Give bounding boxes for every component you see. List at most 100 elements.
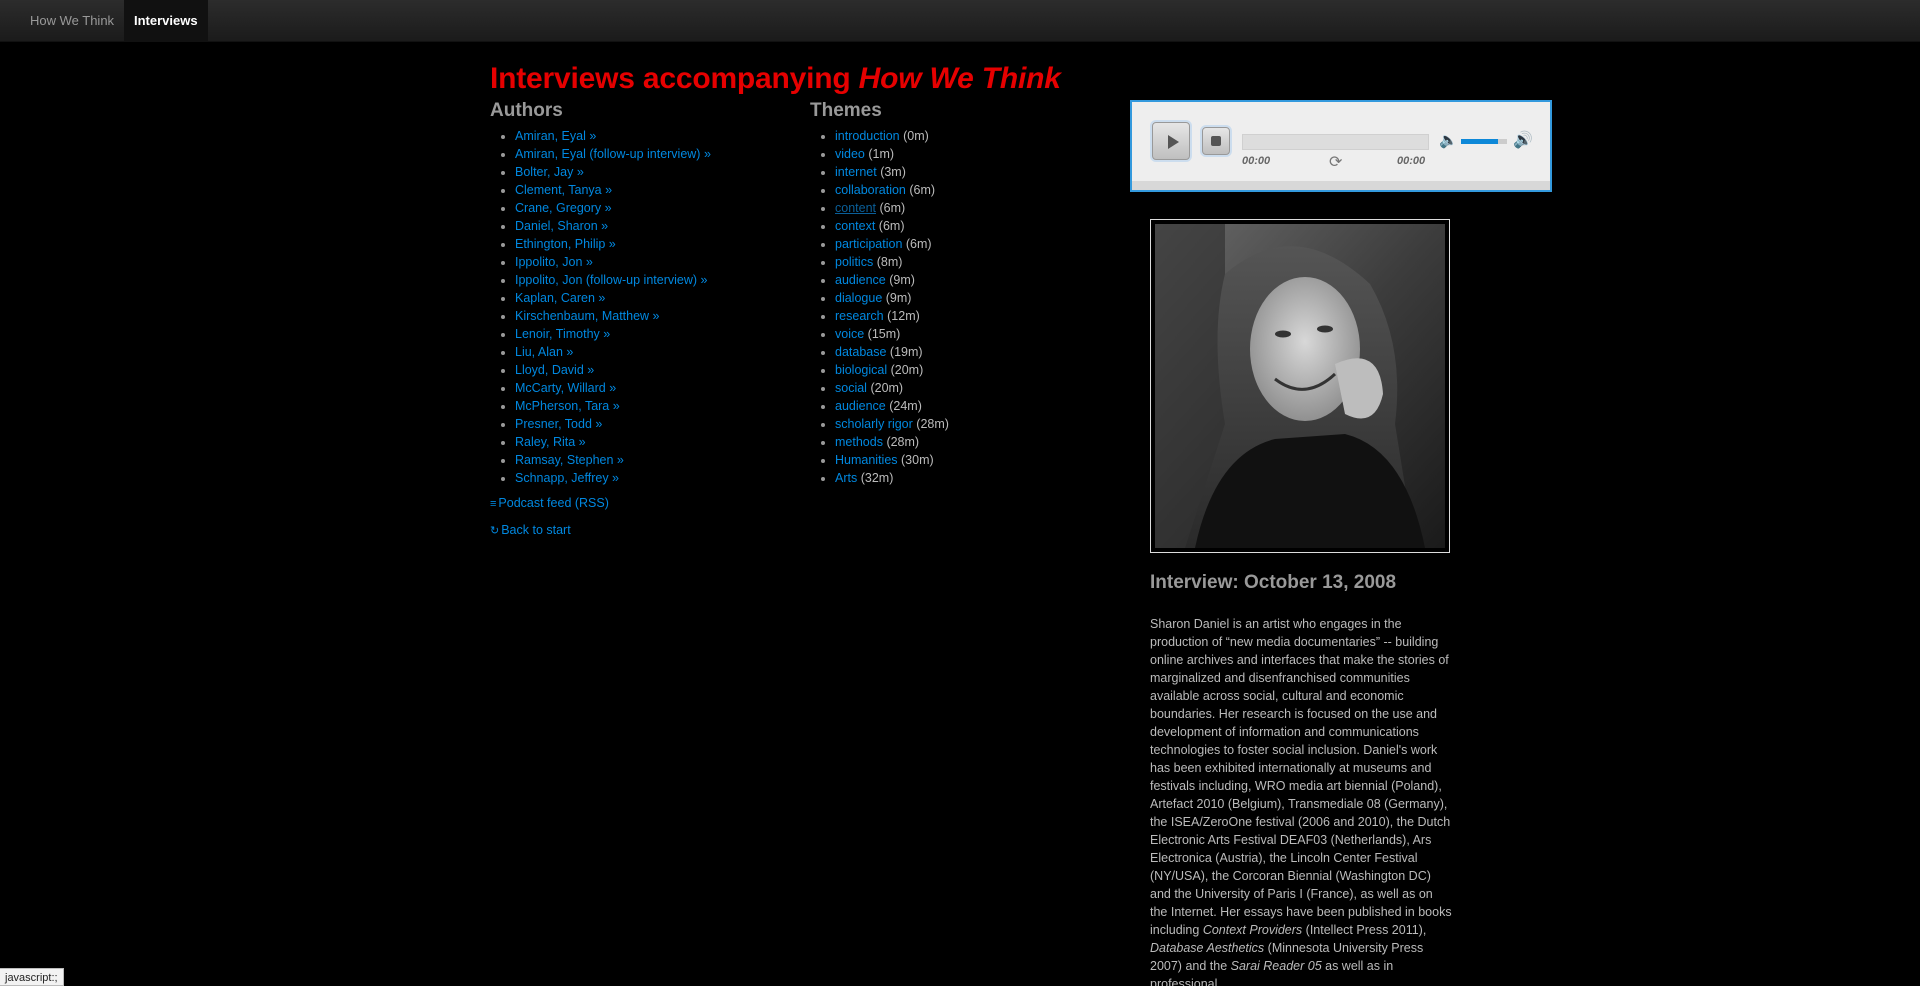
theme-timestamp: (6m)	[905, 237, 932, 251]
stop-button[interactable]	[1202, 127, 1230, 155]
title-book: How We Think	[858, 62, 1061, 95]
theme-link[interactable]: methods	[835, 435, 883, 449]
mute-icon[interactable]: 🔈	[1439, 131, 1458, 149]
bio-text: Sharon Daniel is an artist who engages i…	[1150, 617, 1452, 937]
bio-book-context-providers: Context Providers	[1202, 923, 1303, 937]
refresh-icon: ↻	[490, 525, 500, 537]
author-list-item: Lenoir, Timothy »	[515, 325, 790, 343]
theme-list-item: politics (8m)	[835, 253, 1110, 271]
authors-heading: Authors	[490, 100, 563, 121]
theme-list-item: audience (24m)	[835, 397, 1110, 415]
theme-link[interactable]: Arts	[835, 471, 857, 485]
author-link[interactable]: Lenoir, Timothy »	[515, 327, 610, 341]
theme-timestamp: (12m)	[887, 309, 920, 323]
theme-timestamp: (3m)	[880, 165, 906, 179]
theme-timestamp: (6m)	[879, 201, 906, 215]
theme-list-item: voice (15m)	[835, 325, 1110, 343]
rss-icon: ≡	[490, 498, 497, 510]
author-link[interactable]: Clement, Tanya »	[515, 183, 612, 197]
theme-link[interactable]: database	[835, 345, 886, 359]
theme-link[interactable]: biological	[835, 363, 887, 377]
author-link[interactable]: Daniel, Sharon »	[515, 219, 608, 233]
title-prefix: Interviews accompanying	[490, 62, 859, 95]
author-link[interactable]: Ethington, Philip »	[515, 237, 616, 251]
theme-timestamp: (28m)	[886, 435, 920, 449]
author-list-item: Ramsay, Stephen »	[515, 451, 790, 469]
theme-list-item: Arts (32m)	[835, 469, 1110, 487]
theme-link[interactable]: voice	[835, 327, 864, 341]
author-link[interactable]: Bolter, Jay »	[515, 165, 584, 179]
theme-link[interactable]: research	[835, 309, 884, 323]
theme-link[interactable]: Humanities	[835, 453, 898, 467]
volume-slider[interactable]	[1461, 139, 1507, 144]
author-link[interactable]: Ramsay, Stephen »	[515, 453, 624, 467]
interview-title: Interview: October 13, 2008	[1150, 572, 1397, 593]
play-icon	[1168, 135, 1179, 149]
author-list-item: Presner, Todd »	[515, 415, 790, 433]
theme-link[interactable]: politics	[835, 255, 873, 269]
volume-level	[1461, 139, 1498, 144]
portrait-image	[1155, 224, 1445, 548]
theme-link[interactable]: collaboration	[835, 183, 906, 197]
author-link[interactable]: Ippolito, Jon »	[515, 255, 593, 269]
author-link[interactable]: Ippolito, Jon (follow-up interview) »	[515, 273, 707, 287]
author-list-item: Daniel, Sharon »	[515, 217, 790, 235]
volume-max-icon[interactable]: 🔊	[1513, 130, 1533, 150]
theme-link[interactable]: content	[835, 201, 876, 215]
top-navbar: How We Think Interviews	[0, 0, 1920, 42]
theme-timestamp: (24m)	[889, 399, 922, 413]
author-link[interactable]: Lloyd, David »	[515, 363, 594, 377]
theme-list-item: audience (9m)	[835, 271, 1110, 289]
theme-link[interactable]: internet	[835, 165, 877, 179]
repeat-icon[interactable]: ⟳	[1329, 152, 1342, 172]
theme-timestamp: (0m)	[903, 129, 929, 143]
author-list-item: McCarty, Willard »	[515, 379, 790, 397]
author-list-item: Clement, Tanya »	[515, 181, 790, 199]
back-to-start-link[interactable]: ↻ Back to start	[490, 523, 571, 537]
author-link[interactable]: Kirschenbaum, Matthew »	[515, 309, 660, 323]
interviewee-bio: Sharon Daniel is an artist who engages i…	[1150, 615, 1452, 986]
theme-list-item: database (19m)	[835, 343, 1110, 361]
theme-link[interactable]: audience	[835, 273, 886, 287]
theme-link[interactable]: scholarly rigor	[835, 417, 913, 431]
author-link[interactable]: Schnapp, Jeffrey »	[515, 471, 619, 485]
author-list-item: Schnapp, Jeffrey »	[515, 469, 790, 487]
author-link[interactable]: Amiran, Eyal (follow-up interview) »	[515, 147, 711, 161]
nav-brand-link[interactable]: How We Think	[20, 0, 124, 41]
author-link[interactable]: McPherson, Tara »	[515, 399, 620, 413]
play-button[interactable]	[1152, 122, 1190, 160]
theme-list-item: scholarly rigor (28m)	[835, 415, 1110, 433]
author-link[interactable]: Crane, Gregory »	[515, 201, 612, 215]
author-link[interactable]: Liu, Alan »	[515, 345, 573, 359]
nav-tab-interviews[interactable]: Interviews	[124, 0, 208, 41]
theme-list-item: content (6m)	[835, 199, 1110, 217]
theme-timestamp: (19m)	[889, 345, 923, 359]
theme-link[interactable]: video	[835, 147, 865, 161]
interviewee-photo	[1150, 219, 1450, 553]
podcast-feed-link[interactable]: ≡ Podcast feed (RSS)	[490, 496, 609, 510]
author-link[interactable]: Presner, Todd »	[515, 417, 602, 431]
author-list-item: Liu, Alan »	[515, 343, 790, 361]
theme-list-item: collaboration (6m)	[835, 181, 1110, 199]
author-link[interactable]: Kaplan, Caren »	[515, 291, 605, 305]
theme-link[interactable]: dialogue	[835, 291, 882, 305]
theme-list-item: social (20m)	[835, 379, 1110, 397]
theme-link[interactable]: introduction	[835, 129, 900, 143]
theme-list-item: participation (6m)	[835, 235, 1110, 253]
theme-link[interactable]: social	[835, 381, 867, 395]
author-list-item: Lloyd, David »	[515, 361, 790, 379]
seek-bar[interactable]	[1242, 134, 1429, 150]
theme-timestamp: (20m)	[870, 381, 904, 395]
theme-timestamp: (6m)	[909, 183, 936, 197]
author-list-item: Kaplan, Caren »	[515, 289, 790, 307]
back-to-start-label: Back to start	[501, 523, 571, 537]
author-link[interactable]: McCarty, Willard »	[515, 381, 616, 395]
author-link[interactable]: Raley, Rita »	[515, 435, 586, 449]
theme-link[interactable]: participation	[835, 237, 902, 251]
author-link[interactable]: Amiran, Eyal »	[515, 129, 596, 143]
theme-timestamp: (6m)	[878, 219, 905, 233]
theme-link[interactable]: context	[835, 219, 875, 233]
theme-list-item: context (6m)	[835, 217, 1110, 235]
author-list-item: Bolter, Jay »	[515, 163, 790, 181]
theme-link[interactable]: audience	[835, 399, 886, 413]
